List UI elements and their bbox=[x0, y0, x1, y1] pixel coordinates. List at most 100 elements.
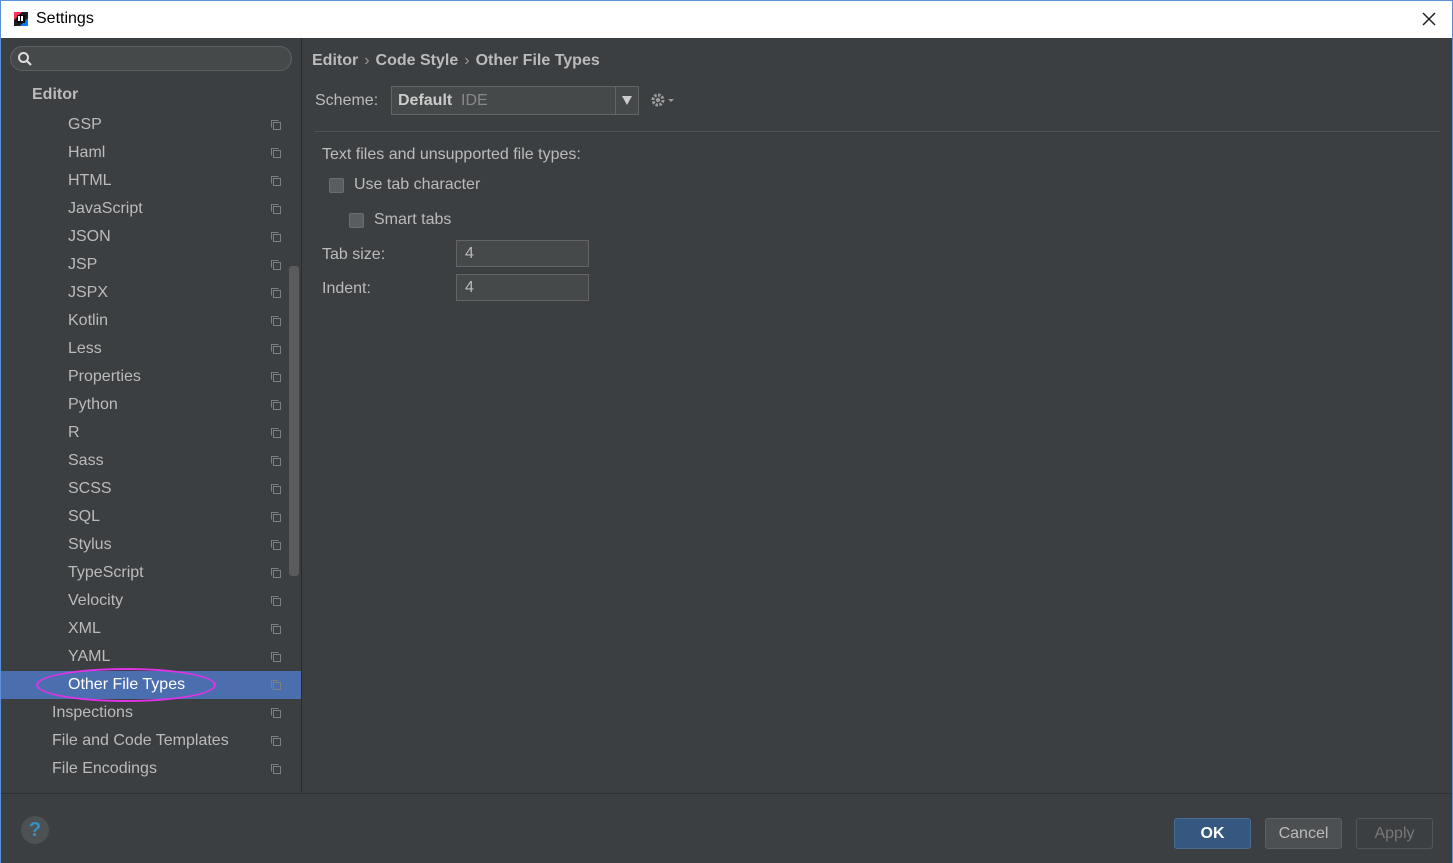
sidebar-scrollbar[interactable] bbox=[289, 266, 299, 576]
scheme-sub: IDE bbox=[461, 92, 488, 109]
tree-node-label: TypeScript bbox=[68, 564, 144, 581]
tree-node-label: SQL bbox=[68, 508, 101, 525]
breadcrumb-item-other-file-types: Other File Types bbox=[475, 52, 600, 69]
tree-node[interactable]: JSPX bbox=[1, 279, 301, 307]
copy-icon bbox=[271, 120, 281, 130]
checkbox[interactable] bbox=[349, 213, 364, 228]
tree-node[interactable]: JavaScript bbox=[1, 195, 301, 223]
tree-node-label: JSP bbox=[68, 256, 98, 273]
tree-node[interactable]: File and Code Templates bbox=[1, 727, 301, 755]
app-icon bbox=[14, 12, 28, 26]
copy-icon bbox=[271, 624, 281, 634]
copy-icon bbox=[271, 736, 281, 746]
checkbox-label: Use tab character bbox=[354, 176, 481, 193]
indent-label: Indent: bbox=[322, 280, 371, 297]
scheme-label: Scheme: bbox=[315, 92, 379, 109]
checkbox[interactable] bbox=[329, 178, 344, 193]
tree-node[interactable]: Velocity bbox=[1, 587, 301, 615]
copy-icon bbox=[271, 540, 281, 550]
tree-node-label: Stylus bbox=[68, 536, 112, 553]
copy-icon bbox=[271, 344, 281, 354]
tree-node-label: Python bbox=[68, 396, 118, 413]
tree-node-label: JavaScript bbox=[68, 200, 143, 217]
search-icon bbox=[18, 52, 32, 66]
cancel-button[interactable]: Cancel bbox=[1265, 818, 1342, 849]
tree-node[interactable]: Less bbox=[1, 335, 301, 363]
copy-icon bbox=[271, 176, 281, 186]
help-icon[interactable]: ? bbox=[21, 816, 49, 844]
copy-icon bbox=[271, 400, 281, 410]
tree-node-editor[interactable]: Editor bbox=[32, 86, 78, 104]
tree-node[interactable]: Python bbox=[1, 391, 301, 419]
tree-node[interactable]: Haml bbox=[1, 139, 301, 167]
tree-node[interactable]: TypeScript bbox=[1, 559, 301, 587]
tree-node[interactable]: Inspections bbox=[1, 699, 301, 727]
tree-node-label: SCSS bbox=[68, 480, 112, 497]
tree-node-label: Kotlin bbox=[68, 312, 109, 329]
copy-icon bbox=[271, 372, 281, 382]
copy-icon bbox=[271, 680, 281, 690]
tree-node-label: Velocity bbox=[68, 592, 124, 609]
title-bar: Settings bbox=[0, 0, 1453, 38]
breadcrumb: Editor › Code Style › Other File Types bbox=[312, 52, 600, 70]
settings-content: Editor › Code Style › Other File Types Schem… bbox=[302, 38, 1452, 793]
tree-node-label: Inspections bbox=[52, 704, 133, 721]
copy-icon bbox=[271, 316, 281, 326]
tree-node[interactable]: Properties bbox=[1, 363, 301, 391]
scheme-value: Default bbox=[398, 92, 453, 109]
tree-node[interactable]: JSON bbox=[1, 223, 301, 251]
copy-icon bbox=[271, 232, 281, 242]
tab-size-field[interactable] bbox=[456, 240, 589, 267]
tree-node[interactable]: GSP bbox=[1, 111, 301, 139]
search-input[interactable] bbox=[39, 49, 283, 70]
copy-icon bbox=[271, 428, 281, 438]
tab-size-label: Tab size: bbox=[322, 246, 386, 263]
gear-icon[interactable] bbox=[650, 92, 676, 110]
breadcrumb-item-editor: Editor bbox=[312, 52, 359, 69]
tree-node[interactable]: SQL bbox=[1, 503, 301, 531]
section-title: Text files and unsupported file types: bbox=[322, 146, 581, 163]
copy-icon bbox=[271, 148, 281, 158]
ok-button[interactable]: OK bbox=[1174, 818, 1251, 849]
tree-node-label: Haml bbox=[68, 144, 106, 161]
search-box[interactable] bbox=[10, 46, 292, 71]
tree-node-label: Sass bbox=[68, 452, 104, 469]
tree-node[interactable]: R bbox=[1, 419, 301, 447]
divider bbox=[314, 131, 1440, 132]
tree-node-label: XML bbox=[68, 620, 101, 637]
dropdown-arrow[interactable] bbox=[615, 87, 638, 114]
copy-icon bbox=[271, 596, 281, 606]
tree-node[interactable]: Other File Types bbox=[1, 671, 301, 699]
breadcrumb-separator: › bbox=[464, 52, 470, 69]
tree-node-label: GSP bbox=[68, 116, 102, 133]
tree-node[interactable]: SCSS bbox=[1, 475, 301, 503]
tree-node-label: JSON bbox=[68, 228, 111, 245]
copy-icon bbox=[271, 456, 281, 466]
tree-node-label: File and Code Templates bbox=[52, 732, 229, 749]
tree-node[interactable]: Stylus bbox=[1, 531, 301, 559]
breadcrumb-item-code-style: Code Style bbox=[375, 52, 459, 69]
dialog-footer: ? OK Cancel Apply bbox=[1, 793, 1452, 863]
close-icon[interactable] bbox=[1420, 10, 1438, 28]
tree-node-label: JSPX bbox=[68, 284, 109, 301]
tree-node[interactable]: XML bbox=[1, 615, 301, 643]
tree-node[interactable]: File Encodings bbox=[1, 755, 301, 783]
copy-icon bbox=[271, 708, 281, 718]
tree-node[interactable]: Kotlin bbox=[1, 307, 301, 335]
tree-node[interactable]: HTML bbox=[1, 167, 301, 195]
copy-icon bbox=[271, 260, 281, 270]
scheme-dropdown[interactable]: Default IDE bbox=[391, 86, 639, 115]
indent-field[interactable] bbox=[456, 274, 589, 301]
tree-node[interactable]: YAML bbox=[1, 643, 301, 671]
tree-node[interactable]: Sass bbox=[1, 447, 301, 475]
copy-icon bbox=[271, 484, 281, 494]
tree-node-label: Less bbox=[68, 340, 102, 357]
window-title: Settings bbox=[36, 10, 94, 27]
apply-button[interactable]: Apply bbox=[1356, 818, 1433, 849]
tree-node-label: File Encodings bbox=[52, 760, 157, 777]
chevron-down-icon bbox=[622, 96, 632, 105]
tree-node[interactable]: JSP bbox=[1, 251, 301, 279]
checkbox-label: Smart tabs bbox=[374, 211, 452, 228]
tree-node-label: HTML bbox=[68, 172, 112, 189]
tree-node-label: R bbox=[68, 424, 80, 441]
